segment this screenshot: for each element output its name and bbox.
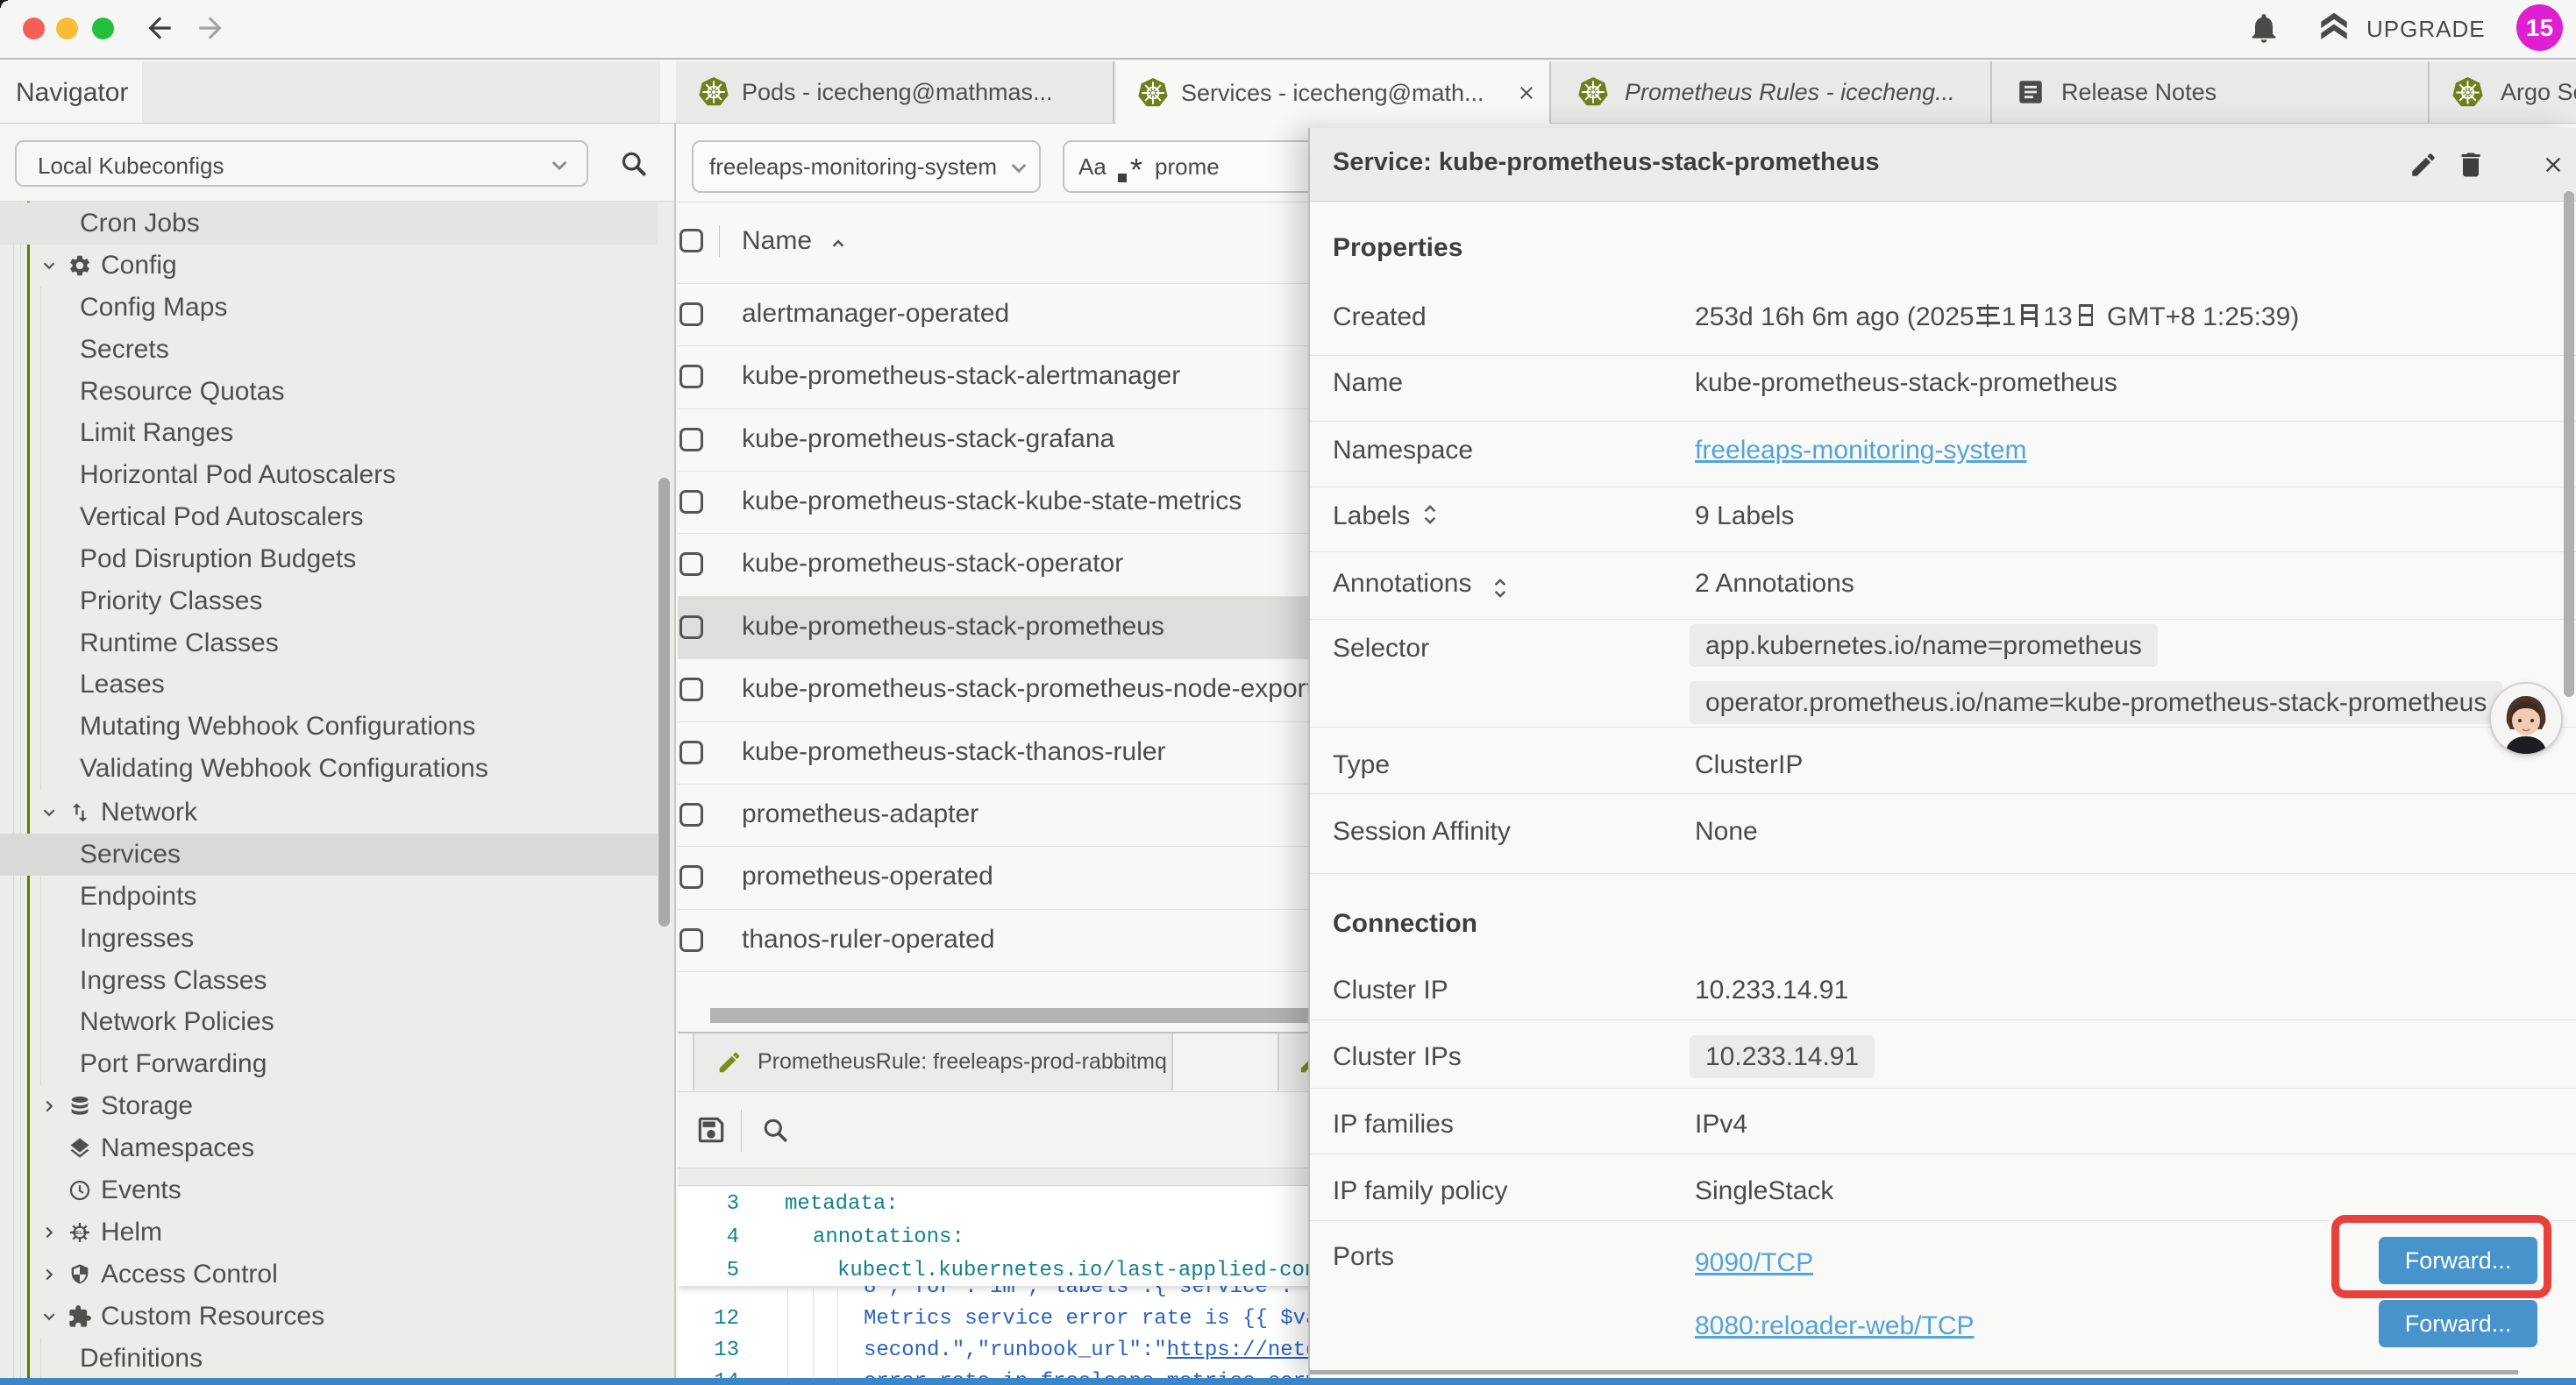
- svg-text:HELM: HELM: [73, 1231, 88, 1236]
